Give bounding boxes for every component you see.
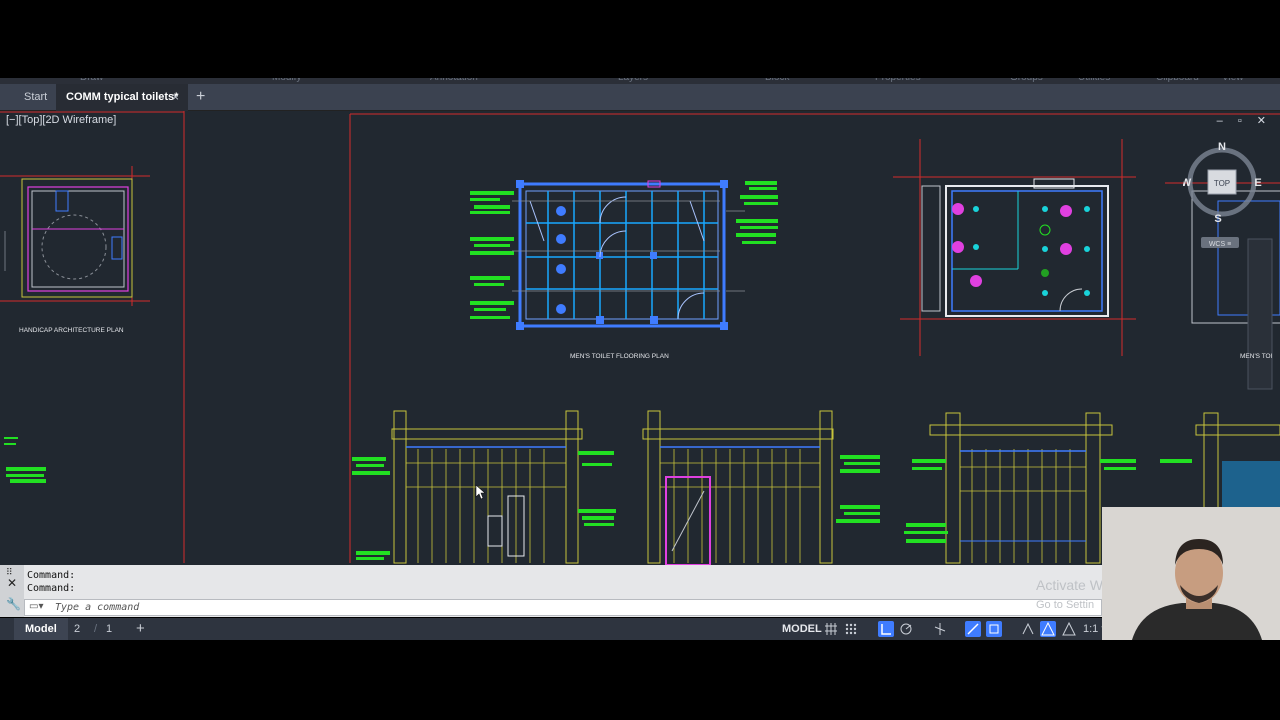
command-line-panel[interactable]: ⠿ ✕ 🔧 Command: Command: ▭▾ Type a comman… (0, 565, 1280, 617)
polar-icon[interactable] (898, 621, 914, 637)
wcs-menu[interactable]: WCS ≡ (1209, 241, 1231, 248)
drawing-tab-active[interactable]: COMM typical toilets* (56, 84, 189, 111)
command-input-placeholder: Type a command (55, 602, 140, 613)
elevation-1 (391, 410, 583, 564)
ribbon-panel-label[interactable]: Block (765, 78, 789, 83)
annotation-scale-icon[interactable] (1040, 621, 1056, 637)
flooring-dimension-lines (512, 200, 745, 292)
ribbon-panel-label[interactable]: Groups (1010, 78, 1043, 83)
snap-icon[interactable] (843, 621, 859, 637)
command-history-line: Command: (27, 570, 76, 581)
viewport-frames (0, 111, 1280, 563)
start-tab[interactable]: Start (10, 84, 61, 110)
grid-icon[interactable] (823, 621, 839, 637)
ribbon-panel-label[interactable]: Utilities (1078, 78, 1110, 83)
command-history: Command: Command: (27, 569, 75, 595)
close-tab-icon[interactable]: × (172, 84, 179, 110)
command-prompt-icon[interactable]: ▭▾ (29, 601, 43, 612)
model-tab[interactable]: Model (14, 618, 68, 640)
ribbon-panel-label[interactable]: Annotation (430, 78, 478, 83)
compass-north[interactable]: N (1218, 141, 1226, 153)
mens-toilet-right-label: MEN'S TOI (1240, 353, 1273, 360)
elevation-3 (929, 412, 1113, 564)
viewcube[interactable]: TOP N S E W WCS ≡ (1183, 140, 1277, 250)
mens-flooring-plan-drawing (516, 180, 728, 330)
selection-cycling-icon[interactable] (1020, 621, 1036, 637)
handicap-plan-label: HANDICAP ARCHITECTURE PLAN (19, 327, 124, 334)
flooring-plan-tags (470, 181, 778, 319)
ribbon-panel-label[interactable]: Clipboard (1156, 78, 1199, 83)
presenter-video (1102, 507, 1280, 640)
new-tab-button[interactable]: + (196, 84, 205, 110)
elevation-2 (642, 410, 834, 565)
viewport-window-controls[interactable]: ‒ ▫ ✕ (1217, 114, 1272, 127)
command-line-sidebar: ⠿ ✕ 🔧 (0, 565, 24, 617)
ribbon-panel-label[interactable]: View (1222, 78, 1244, 83)
ortho-icon[interactable] (878, 621, 894, 637)
status-bar: Model 2 / 1 + MODEL 1:1 ▾ (0, 618, 1280, 640)
activation-watermark-line2: Go to Settin (1036, 599, 1095, 611)
ribbon-panel-label[interactable]: Properties (875, 78, 921, 83)
viewcube-top-face[interactable]: TOP (1214, 179, 1230, 188)
add-layout-button[interactable]: + (136, 618, 145, 640)
osnap-icon[interactable] (986, 621, 1002, 637)
ribbon-panel-label[interactable]: Layers (618, 78, 648, 83)
osnap-track-icon[interactable] (965, 621, 981, 637)
handicap-plan-drawing (0, 166, 150, 306)
command-input[interactable]: ▭▾ Type a command (24, 599, 1102, 616)
compass-east[interactable]: E (1254, 177, 1261, 189)
customize-wrench-icon[interactable]: 🔧 (6, 597, 21, 611)
left-annotation-tags (4, 437, 46, 483)
command-history-line: Command: (27, 583, 76, 594)
compass-west[interactable]: W (1183, 177, 1192, 189)
close-command-line-icon[interactable]: ✕ (7, 576, 17, 590)
file-tab-bar: Start COMM typical toilets* × + (0, 84, 1280, 111)
drawing-viewport[interactable]: HANDICAP ARCHITECTURE PLAN MEN'S TOILET … (0, 111, 1280, 565)
webcam-overlay (1102, 507, 1280, 640)
model-space-toggle[interactable]: MODEL (782, 618, 822, 640)
layout-tab-1[interactable]: 1 (106, 618, 112, 640)
mens-flooring-plan-label: MEN'S TOILET FLOORING PLAN (570, 353, 669, 360)
ribbon-panel-label[interactable]: Modify (272, 78, 301, 83)
layout-tab-2[interactable]: 2 (74, 618, 80, 640)
annotation-visibility-icon[interactable] (1061, 621, 1077, 637)
layout-tab-separator: / (94, 623, 98, 635)
isodraft-icon[interactable] (932, 621, 948, 637)
activation-watermark-line1: Activate W (1036, 577, 1103, 593)
cad-drawing-canvas[interactable]: HANDICAP ARCHITECTURE PLAN MEN'S TOILET … (0, 111, 1280, 565)
mens-ceiling-plan-drawing (893, 139, 1136, 356)
ribbon-panel-label[interactable]: Draw (80, 78, 103, 83)
compass-south[interactable]: S (1214, 213, 1221, 225)
viewport-controls-label[interactable]: [−][Top][2D Wireframe] (6, 114, 116, 126)
